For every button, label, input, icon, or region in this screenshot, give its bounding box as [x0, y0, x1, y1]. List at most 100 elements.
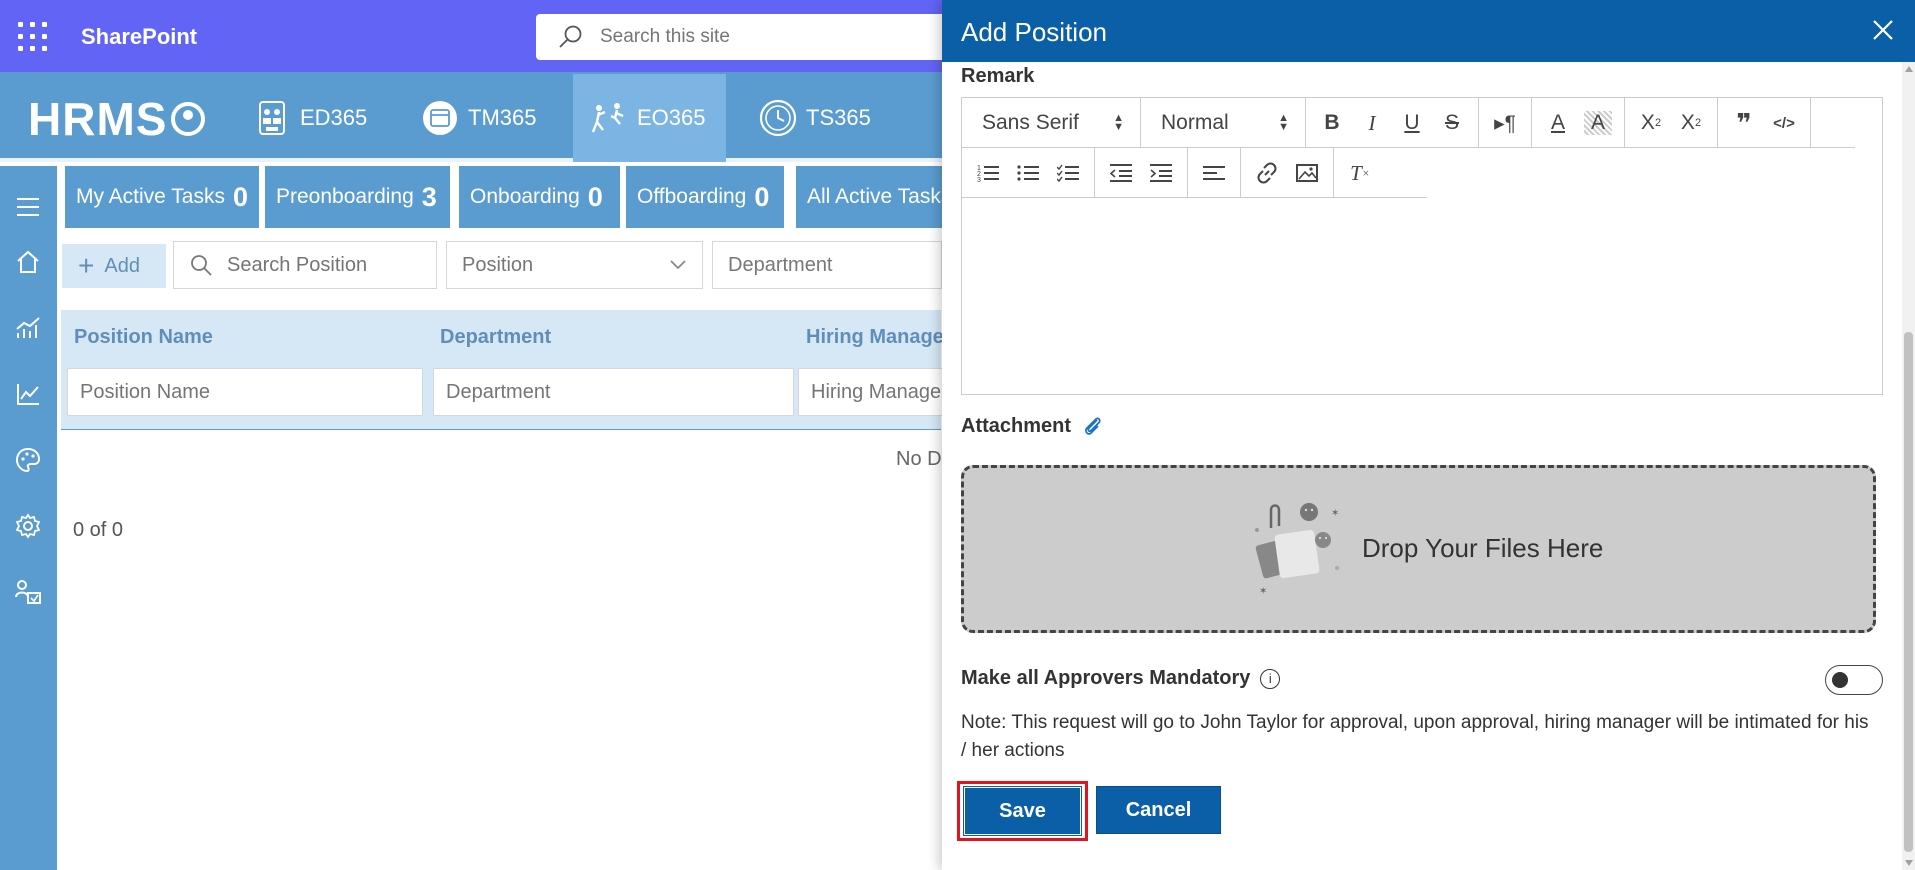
- clear-formatting-icon[interactable]: T ×: [1340, 153, 1380, 193]
- background-color-icon[interactable]: A: [1584, 111, 1612, 135]
- text-style-group: B I U S: [1306, 98, 1479, 148]
- underline-icon[interactable]: U: [1392, 103, 1432, 143]
- tab-count: 0: [754, 181, 770, 212]
- scroll-thumb[interactable]: [1904, 332, 1913, 852]
- strikethrough-icon[interactable]: S: [1432, 103, 1472, 143]
- scroll-up-arrow-icon[interactable]: [1905, 66, 1913, 72]
- sharepoint-title[interactable]: SharePoint: [81, 24, 197, 50]
- hrms-logo[interactable]: HRMS: [28, 92, 206, 146]
- home-icon[interactable]: [13, 247, 43, 277]
- editor-toolbar-row-1: Sans Serif ▲ ▼ Normal ▲ ▼ B I U S ▸¶ A A…: [962, 98, 1855, 148]
- image-icon[interactable]: [1287, 153, 1327, 193]
- tab-my-active-tasks[interactable]: My Active Tasks 0: [65, 166, 259, 228]
- left-sidebar: [0, 166, 57, 870]
- onboarding-icon: [589, 98, 629, 138]
- tab-label: Onboarding: [470, 185, 580, 208]
- nav-tab-ts365[interactable]: TS365: [742, 74, 887, 162]
- cancel-button[interactable]: Cancel: [1096, 786, 1221, 834]
- paperclip-icon[interactable]: [1081, 414, 1105, 438]
- filter-position-name-input[interactable]: [80, 380, 410, 404]
- remark-editor-area[interactable]: [962, 199, 1882, 394]
- tab-onboarding[interactable]: Onboarding 0: [459, 166, 620, 228]
- superscript-icon[interactable]: X2: [1671, 103, 1711, 143]
- approvers-mandatory-toggle[interactable]: [1825, 665, 1883, 695]
- tab-label: My Active Tasks: [76, 185, 225, 208]
- app-root: SharePoint HRMS ED365 TM365 EO: [0, 0, 1915, 870]
- file-dropzone[interactable]: ✶ ✶ Drop Your Files Here: [961, 465, 1876, 633]
- app-launcher-icon[interactable]: [18, 22, 48, 52]
- tab-count: 0: [587, 181, 603, 212]
- department-dropdown[interactable]: Department: [712, 241, 942, 289]
- filter-department[interactable]: [433, 368, 794, 416]
- position-dropdown[interactable]: Position: [446, 241, 703, 289]
- people-icon[interactable]: [13, 577, 43, 607]
- font-size-select[interactable]: Normal ▲ ▼: [1141, 98, 1306, 148]
- nav-tab-ed365[interactable]: ED365: [236, 74, 383, 162]
- subscript-icon[interactable]: X2: [1631, 103, 1671, 143]
- panel-title: Add Position: [961, 17, 1107, 47]
- svg-text:✶: ✶: [1331, 508, 1339, 519]
- panel-scrollbar[interactable]: [1902, 62, 1915, 870]
- filter-department-input[interactable]: [446, 380, 781, 404]
- nav-tab-tm365[interactable]: TM365: [404, 74, 552, 162]
- search-position-input[interactable]: [227, 253, 397, 277]
- line-chart-icon[interactable]: [13, 379, 43, 409]
- nav-tab-label: TM365: [468, 105, 537, 130]
- remark-label: Remark: [961, 65, 1035, 87]
- tab-label: Offboarding: [637, 185, 747, 208]
- ordered-list-icon[interactable]: 123: [968, 153, 1008, 193]
- svg-text:3: 3: [977, 177, 981, 183]
- column-header-hiring-manager[interactable]: Hiring Manager: [806, 326, 952, 349]
- nav-tab-label: TS365: [806, 105, 871, 130]
- palette-icon[interactable]: [13, 445, 43, 475]
- close-icon[interactable]: [1869, 16, 1897, 44]
- font-color-icon[interactable]: A: [1538, 103, 1578, 143]
- text-direction-icon[interactable]: ▸¶: [1485, 103, 1525, 143]
- search-position-box[interactable]: [173, 241, 437, 289]
- bar-chart-icon[interactable]: [13, 313, 43, 343]
- bold-icon[interactable]: B: [1312, 103, 1352, 143]
- filter-hiring-manager-input[interactable]: [811, 380, 945, 404]
- filter-position-name[interactable]: [67, 368, 423, 416]
- site-search-input[interactable]: [600, 26, 900, 48]
- logo-text: HRMS: [28, 93, 168, 145]
- save-button[interactable]: Save: [963, 786, 1082, 836]
- blockquote-icon[interactable]: ❞: [1724, 103, 1764, 143]
- code-block-icon[interactable]: </>: [1764, 103, 1804, 143]
- svg-text:✶: ✶: [1259, 586, 1267, 597]
- checklist-icon[interactable]: [1048, 153, 1088, 193]
- link-icon[interactable]: [1247, 153, 1287, 193]
- font-family-select[interactable]: Sans Serif ▲ ▼: [962, 98, 1141, 148]
- approval-note: Note: This request will go to John Taylo…: [961, 712, 1869, 761]
- scroll-down-arrow-icon[interactable]: [1905, 860, 1913, 866]
- calendar-icon: [420, 98, 460, 138]
- gear-icon[interactable]: [13, 511, 43, 541]
- tab-label: Preonboarding: [276, 185, 414, 208]
- empty-grid-message: No D: [896, 448, 942, 470]
- employee-directory-icon: [252, 98, 292, 138]
- column-header-position-name[interactable]: Position Name: [74, 326, 213, 349]
- add-position-button[interactable]: + Add: [62, 244, 166, 288]
- tab-all-active-tasks[interactable]: All Active Tasks: [796, 166, 942, 228]
- filter-hiring-manager[interactable]: [798, 368, 958, 416]
- nav-tab-eo365[interactable]: EO365: [573, 74, 726, 162]
- info-icon[interactable]: i: [1260, 668, 1281, 689]
- italic-icon[interactable]: I: [1352, 103, 1392, 143]
- align-left-icon[interactable]: [1194, 153, 1234, 193]
- site-search-box[interactable]: [536, 14, 956, 60]
- tab-offboarding[interactable]: Offboarding 0: [626, 166, 784, 228]
- indent-icon[interactable]: [1141, 153, 1181, 193]
- outdent-icon[interactable]: [1101, 153, 1141, 193]
- tab-preonboarding[interactable]: Preonboarding 3: [265, 166, 450, 228]
- hamburger-icon[interactable]: [13, 192, 43, 222]
- column-header-department[interactable]: Department: [440, 326, 551, 349]
- tab-count: 0: [233, 181, 249, 212]
- bullet-list-icon[interactable]: [1008, 153, 1048, 193]
- nav-tab-label: ED365: [300, 105, 368, 130]
- approvers-mandatory-label: Make all Approvers Mandatory i: [961, 667, 1281, 690]
- position-dropdown-value: Position: [462, 253, 534, 276]
- save-button-highlight: Save: [957, 781, 1088, 841]
- tab-count: 3: [421, 181, 437, 212]
- editor-toolbar-row-2: 123 T ×: [962, 148, 1427, 198]
- rich-text-editor: Sans Serif ▲ ▼ Normal ▲ ▼ B I U S ▸¶ A A…: [961, 97, 1883, 395]
